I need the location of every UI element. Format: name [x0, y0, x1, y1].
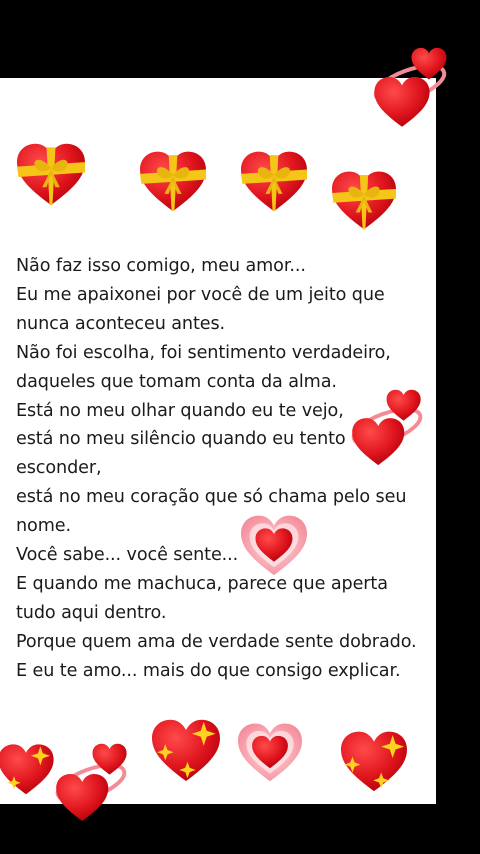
growing-heart-icon	[236, 512, 312, 578]
revolving-hearts-icon	[348, 386, 428, 466]
sparkling-heart-icon	[336, 728, 412, 794]
poem-line: está no meu coração que só chama pelo se…	[16, 487, 407, 508]
gift-heart-icon	[134, 148, 212, 214]
poem-line: Eu me apaixonei por você de um jeito que	[16, 284, 385, 305]
sparkling-heart-icon	[148, 716, 224, 784]
gift-heart-icon	[326, 168, 402, 232]
poem-line: tudo aqui dentro.	[16, 602, 167, 623]
revolving-hearts-icon	[370, 44, 452, 127]
poem-line: Não foi escolha, foi sentimento verdadei…	[16, 342, 391, 363]
poem-line: E eu te amo... mais do que consigo expli…	[16, 660, 401, 681]
poem-text: Não faz isso comigo, meu amor... Eu me a…	[16, 252, 432, 686]
revolving-hearts-icon	[50, 740, 134, 822]
poem-line: E quando me machuca, parece que aperta	[16, 573, 388, 594]
poem-line: nunca aconteceu antes.	[16, 313, 226, 334]
gift-heart-icon	[12, 140, 90, 208]
sparkling-heart-icon	[0, 738, 56, 800]
poem-line: nome.	[16, 516, 71, 537]
gift-heart-icon	[236, 148, 312, 214]
poem-line: Você sabe... você sente...	[16, 545, 239, 566]
poem-line: Porque quem ama de verdade sente dobrado…	[16, 631, 417, 652]
poem-line: Não faz isso comigo, meu amor...	[16, 256, 306, 276]
growing-heart-icon	[232, 720, 308, 784]
